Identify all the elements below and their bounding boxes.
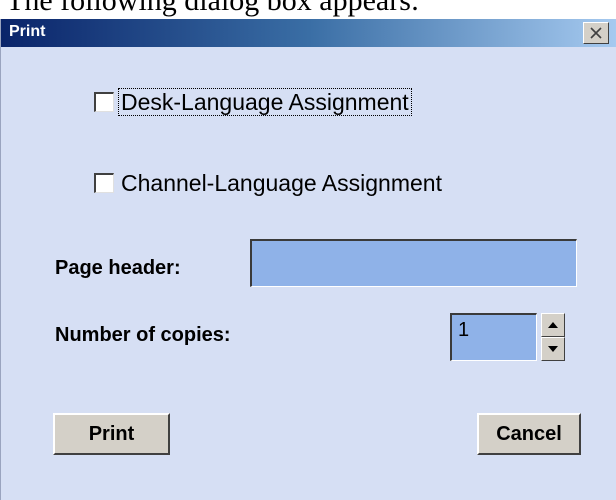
copies-spin-down-button[interactable] [541,337,565,361]
page-header-input[interactable] [250,239,577,287]
background-document-text: The following dialog box appears: [6,0,420,17]
dialog-title: Print [9,23,46,40]
close-icon [590,27,602,39]
title-bar[interactable]: Print [1,19,616,47]
copies-spin-up-button[interactable] [541,313,565,337]
desk-language-checkbox[interactable] [94,92,114,112]
number-of-copies-label: Number of copies: [55,324,231,346]
desk-language-label[interactable]: Desk-Language Assignment [118,88,412,116]
close-button[interactable] [583,22,609,44]
print-dialog: Print Desk-Language Assignment Channel-L… [0,19,616,500]
copies-input[interactable]: 1 [450,313,537,361]
cancel-button[interactable]: Cancel [477,413,581,455]
channel-language-checkbox[interactable] [94,173,114,193]
page-header-label: Page header: [55,257,181,279]
spin-down-icon [548,346,558,352]
desk-language-checkbox-row[interactable]: Desk-Language Assignment [94,88,412,116]
channel-language-label[interactable]: Channel-Language Assignment [118,169,445,197]
channel-language-checkbox-row[interactable]: Channel-Language Assignment [94,169,445,197]
spin-up-icon [548,322,558,328]
print-button[interactable]: Print [53,413,170,455]
